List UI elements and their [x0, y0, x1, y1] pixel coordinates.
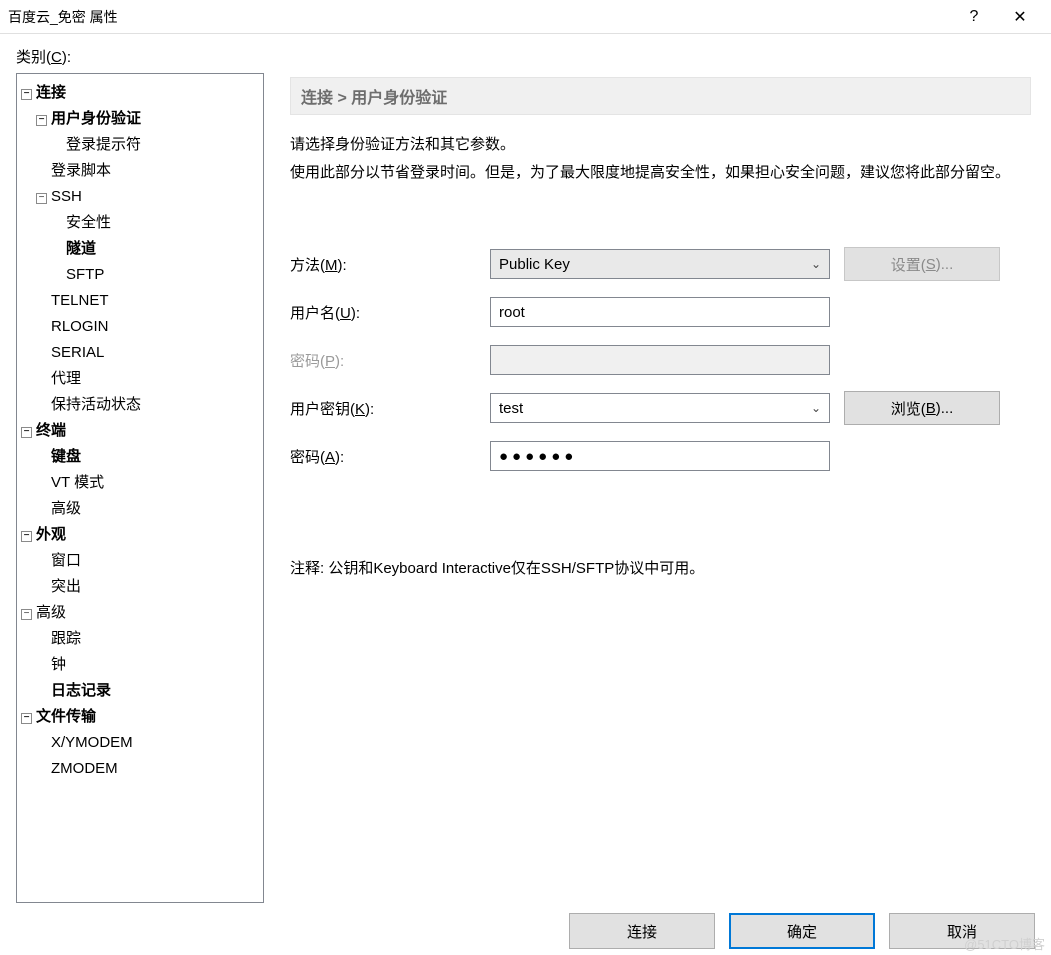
method-combo[interactable]: Public Key ⌄	[490, 249, 830, 279]
passphrase-input[interactable]	[490, 441, 830, 471]
tree-rlogin[interactable]: RLOGIN	[21, 314, 259, 340]
tree-keyboard[interactable]: 键盘	[21, 444, 259, 470]
tree-sftp[interactable]: SFTP	[21, 262, 259, 288]
tree-proxy[interactable]: 代理	[21, 366, 259, 392]
tree-connection[interactable]: −连接	[21, 80, 259, 106]
toggle-icon[interactable]: −	[21, 713, 32, 724]
note-text: 注释: 公钥和Keyboard Interactive仅在SSH/SFTP协议中…	[290, 557, 1031, 578]
dialog-footer: 连接 确定 取消	[16, 903, 1035, 949]
tree-security[interactable]: 安全性	[21, 210, 259, 236]
toggle-icon[interactable]: −	[21, 427, 32, 438]
tree-ssh[interactable]: −SSH	[21, 184, 259, 210]
tree-vt-mode[interactable]: VT 模式	[21, 470, 259, 496]
close-icon: ✕	[1013, 7, 1026, 27]
password-label: 密码(P):	[290, 350, 490, 371]
ok-button[interactable]: 确定	[729, 913, 875, 949]
username-input[interactable]	[490, 297, 830, 327]
help-button[interactable]: ?	[951, 2, 997, 32]
browse-button[interactable]: 浏览(B)...	[844, 391, 1000, 425]
tree-keep-alive[interactable]: 保持活动状态	[21, 392, 259, 418]
connect-button[interactable]: 连接	[569, 913, 715, 949]
category-label: 类别(C):	[16, 46, 1035, 67]
tree-login-script[interactable]: 登录脚本	[21, 158, 259, 184]
tree-appearance[interactable]: −外观	[21, 522, 259, 548]
breadcrumb: 连接 > 用户身份验证	[290, 77, 1031, 115]
titlebar: 百度云_免密 属性 ? ✕	[0, 0, 1051, 34]
username-label: 用户名(U):	[290, 302, 490, 323]
tree-blink[interactable]: 突出	[21, 574, 259, 600]
watermark: @51CTO博客	[964, 934, 1045, 953]
category-tree[interactable]: −连接 −用户身份验证 登录提示符 登录脚本 −SSH 安全性 隧道 SFTP …	[16, 73, 264, 903]
userkey-combo[interactable]: test ⌄	[490, 393, 830, 423]
tree-trace[interactable]: 跟踪	[21, 626, 259, 652]
help-icon: ?	[970, 8, 979, 26]
tree-user-auth[interactable]: −用户身份验证	[21, 106, 259, 132]
tree-serial[interactable]: SERIAL	[21, 340, 259, 366]
tree-login-prompt[interactable]: 登录提示符	[21, 132, 259, 158]
settings-pane: 连接 > 用户身份验证 请选择身份验证方法和其它参数。 使用此部分以节省登录时间…	[264, 73, 1035, 903]
userkey-label: 用户密钥(K):	[290, 398, 490, 419]
tree-bell[interactable]: 钟	[21, 652, 259, 678]
window-title: 百度云_免密 属性	[8, 7, 951, 27]
tree-tunnel[interactable]: 隧道	[21, 236, 259, 262]
tree-advanced[interactable]: −高级	[21, 600, 259, 626]
toggle-icon[interactable]: −	[21, 609, 32, 620]
chevron-down-icon: ⌄	[811, 257, 821, 271]
description: 请选择身份验证方法和其它参数。 使用此部分以节省登录时间。但是，为了最大限度地提…	[290, 131, 1031, 187]
toggle-icon[interactable]: −	[21, 89, 32, 100]
tree-advanced-term[interactable]: 高级	[21, 496, 259, 522]
settings-button: 设置(S)...	[844, 247, 1000, 281]
tree-telnet[interactable]: TELNET	[21, 288, 259, 314]
toggle-icon[interactable]: −	[36, 193, 47, 204]
toggle-icon[interactable]: −	[36, 115, 47, 126]
tree-terminal[interactable]: −终端	[21, 418, 259, 444]
tree-logging[interactable]: 日志记录	[21, 678, 259, 704]
chevron-down-icon: ⌄	[811, 401, 821, 415]
tree-xymodem[interactable]: X/YMODEM	[21, 730, 259, 756]
method-label: 方法(M):	[290, 254, 490, 275]
tree-zmodem[interactable]: ZMODEM	[21, 756, 259, 782]
tree-window[interactable]: 窗口	[21, 548, 259, 574]
tree-file-transfer[interactable]: −文件传输	[21, 704, 259, 730]
toggle-icon[interactable]: −	[21, 531, 32, 542]
close-button[interactable]: ✕	[997, 2, 1043, 32]
password-input	[490, 345, 830, 375]
passphrase-label: 密码(A):	[290, 446, 490, 467]
